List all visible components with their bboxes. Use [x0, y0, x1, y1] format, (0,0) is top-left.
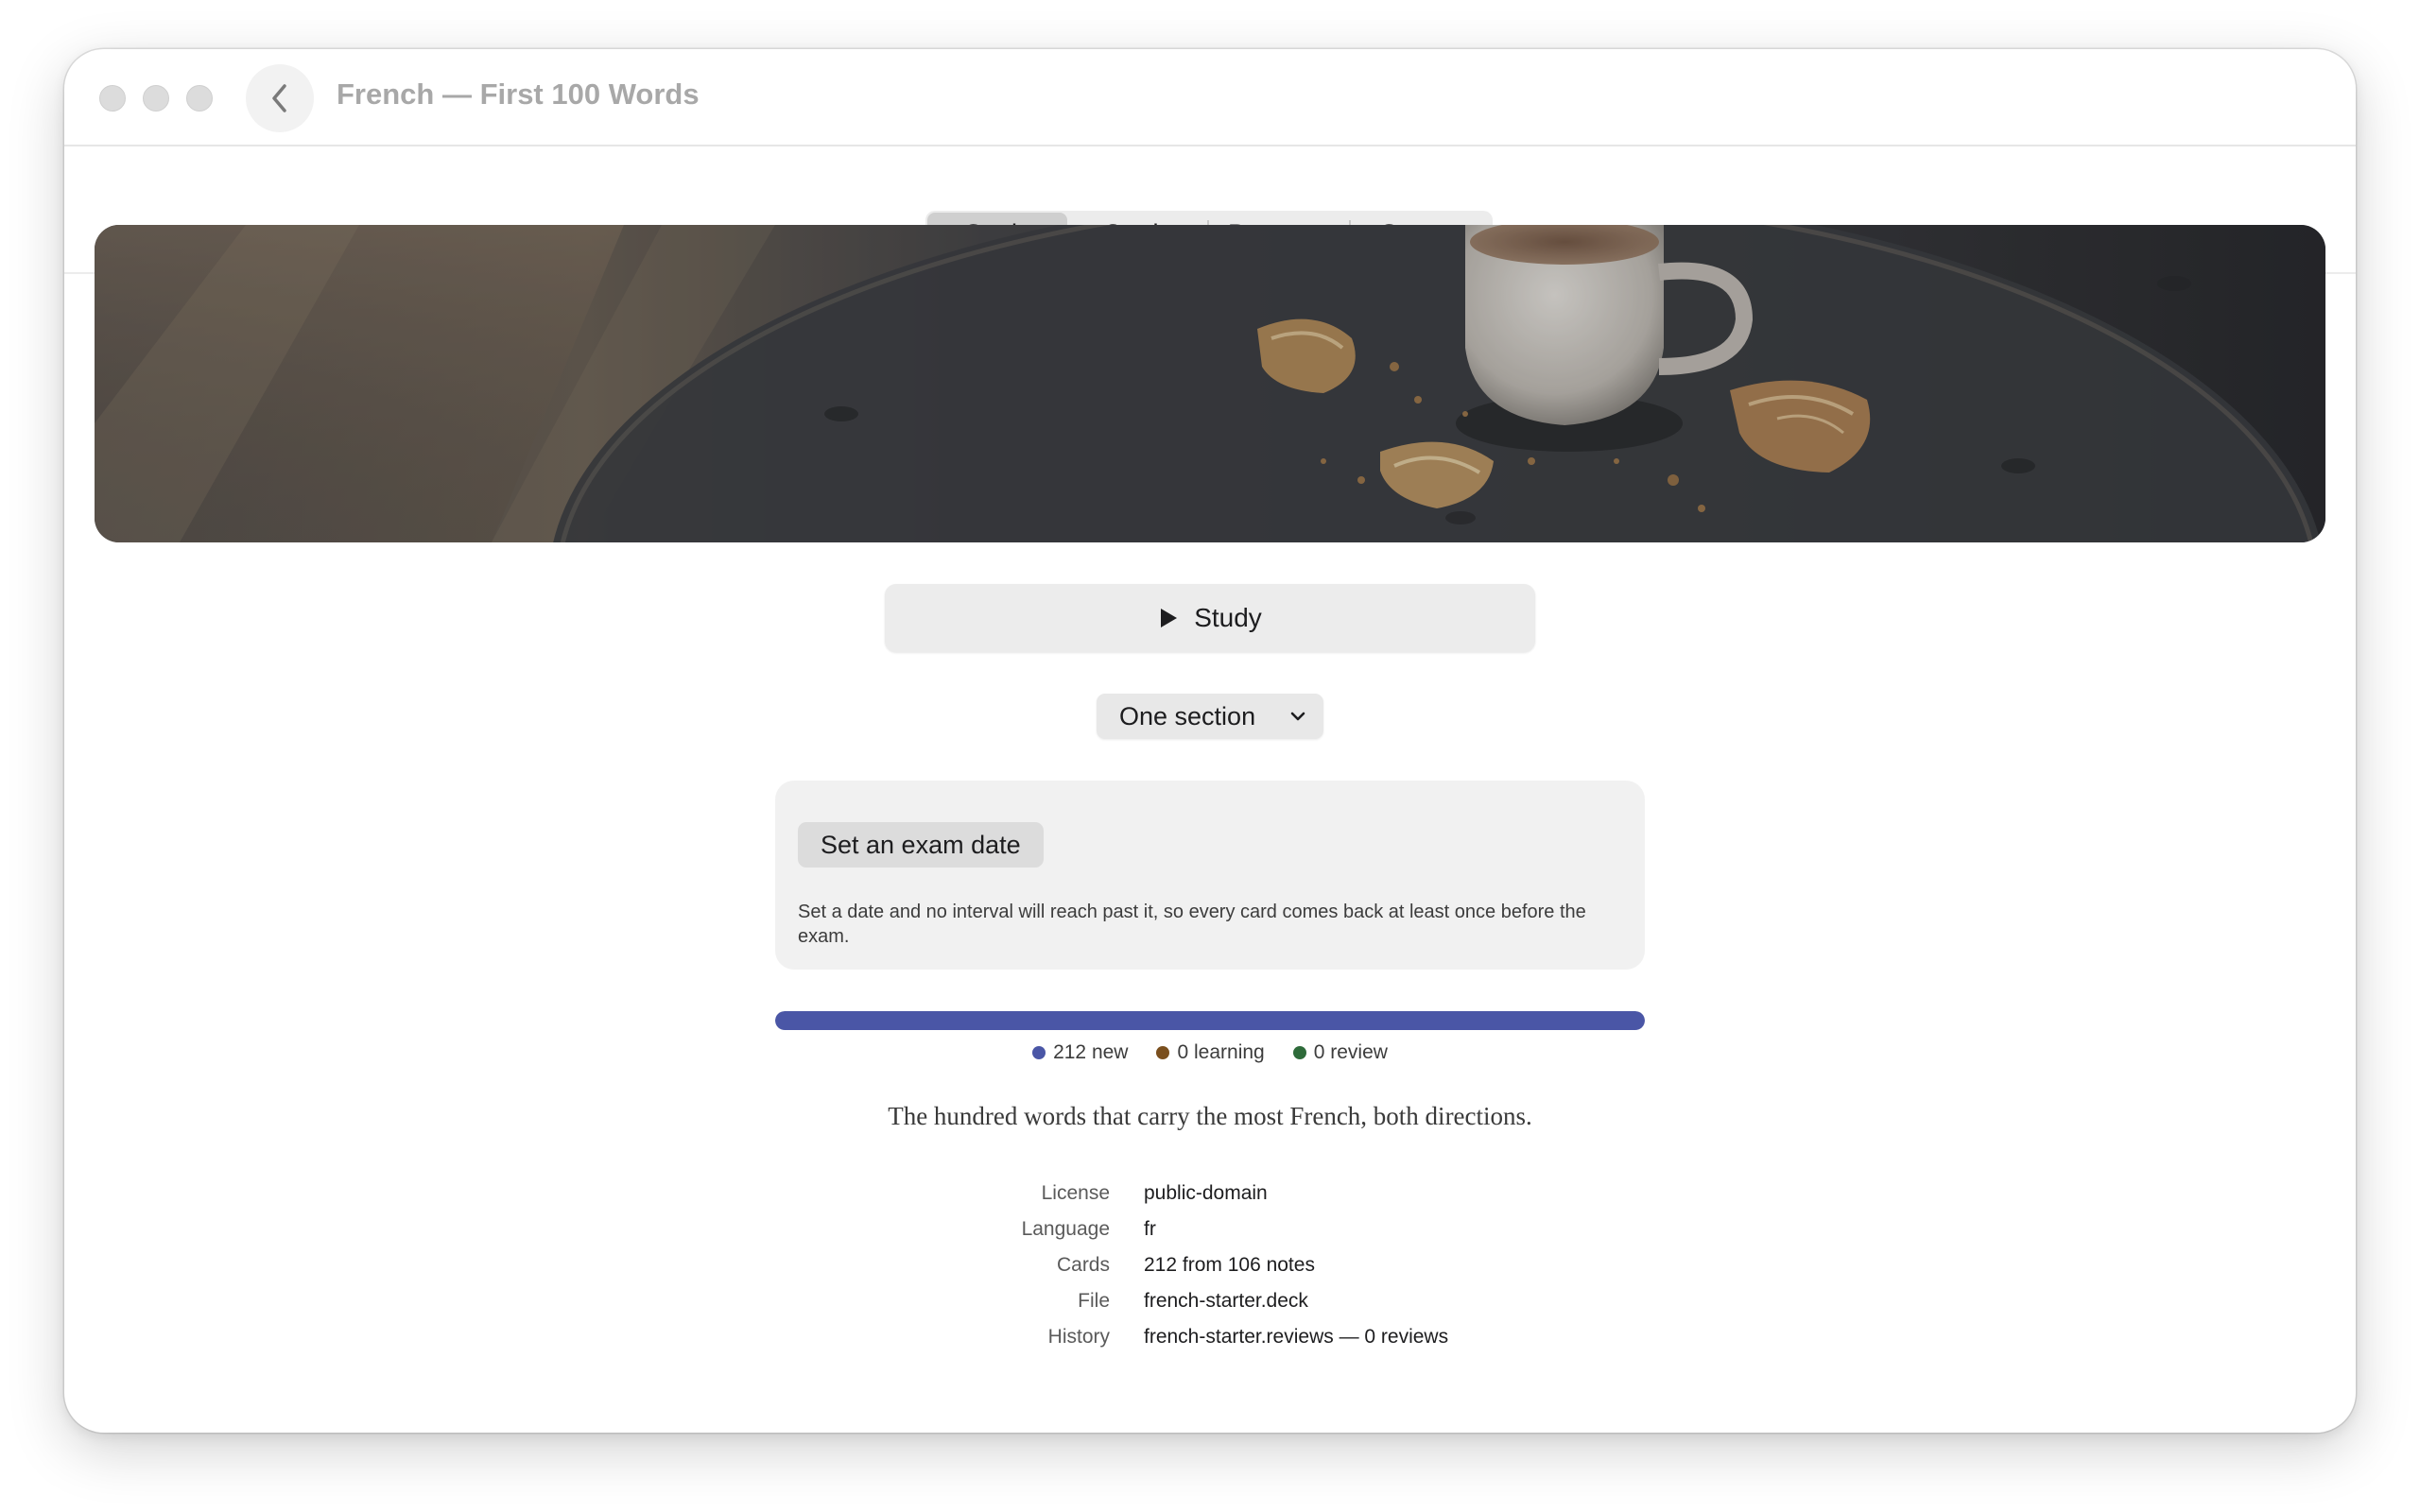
section-scope-select[interactable]: One section	[1097, 694, 1323, 739]
meta-key: Language	[1021, 1218, 1110, 1240]
legend-review: 0 review	[1292, 1041, 1388, 1064]
app-window: French — First 100 Words Study Cards Pro…	[64, 49, 2356, 1433]
meta-value: french-starter.reviews — 0 reviews	[1144, 1326, 1449, 1348]
legend-learning: 0 learning	[1156, 1041, 1265, 1064]
zoom-window-button[interactable]	[186, 85, 213, 112]
meta-value: public-domain	[1144, 1182, 1268, 1204]
exam-date-card: Set an exam date Set a date and no inter…	[775, 781, 1645, 970]
meta-row-license: License public-domain	[896, 1176, 1652, 1211]
play-icon	[1161, 609, 1178, 627]
legend-new-label: 212 new	[1053, 1041, 1129, 1063]
legend-new: 212 new	[1032, 1041, 1128, 1064]
meta-row-cards: Cards 212 from 106 notes	[896, 1247, 1652, 1283]
deck-description: The hundred words that carry the most Fr…	[888, 1102, 1532, 1130]
section-select-value: One section	[1119, 701, 1256, 730]
minimize-window-button[interactable]	[143, 85, 169, 112]
meta-value: fr	[1144, 1218, 1156, 1240]
meta-row-file: File french-starter.deck	[896, 1283, 1652, 1319]
chevron-left-icon	[272, 84, 286, 112]
card-state-legend: 212 new 0 learning 0 review	[775, 1041, 1645, 1064]
exam-date-description: Set a date and no interval will reach pa…	[798, 902, 1586, 947]
legend-review-label: 0 review	[1313, 1041, 1388, 1063]
set-exam-date-button[interactable]: Set an exam date	[798, 822, 1044, 868]
new-cards-fill	[775, 1011, 1645, 1030]
meta-row-history: History french-starter.reviews — 0 revie…	[896, 1319, 1652, 1355]
window-title: French — First 100 Words	[337, 77, 700, 111]
card-state-progress-bar	[775, 1011, 1645, 1030]
review-dot-icon	[1292, 1046, 1306, 1059]
chevron-down-icon	[1290, 712, 1305, 721]
deck-metadata: License public-domain Language fr Cards …	[896, 1176, 1652, 1355]
meta-key: License	[1041, 1182, 1110, 1204]
meta-key: Cards	[1056, 1254, 1110, 1276]
meta-key: File	[1078, 1290, 1110, 1312]
learning-dot-icon	[1156, 1046, 1170, 1059]
meta-value: french-starter.deck	[1144, 1290, 1308, 1312]
meta-value: 212 from 106 notes	[1144, 1254, 1315, 1276]
title-bar: French — First 100 Words	[64, 49, 2356, 146]
study-button-label: Study	[1194, 603, 1262, 632]
meta-row-language: Language fr	[896, 1211, 1652, 1247]
back-button[interactable]	[246, 64, 314, 132]
new-dot-icon	[1032, 1046, 1046, 1059]
deck-banner-image	[95, 225, 2325, 542]
legend-learning-label: 0 learning	[1177, 1041, 1265, 1063]
meta-key: History	[1047, 1326, 1110, 1348]
start-study-button[interactable]: Study	[885, 584, 1535, 652]
close-window-button[interactable]	[99, 85, 126, 112]
